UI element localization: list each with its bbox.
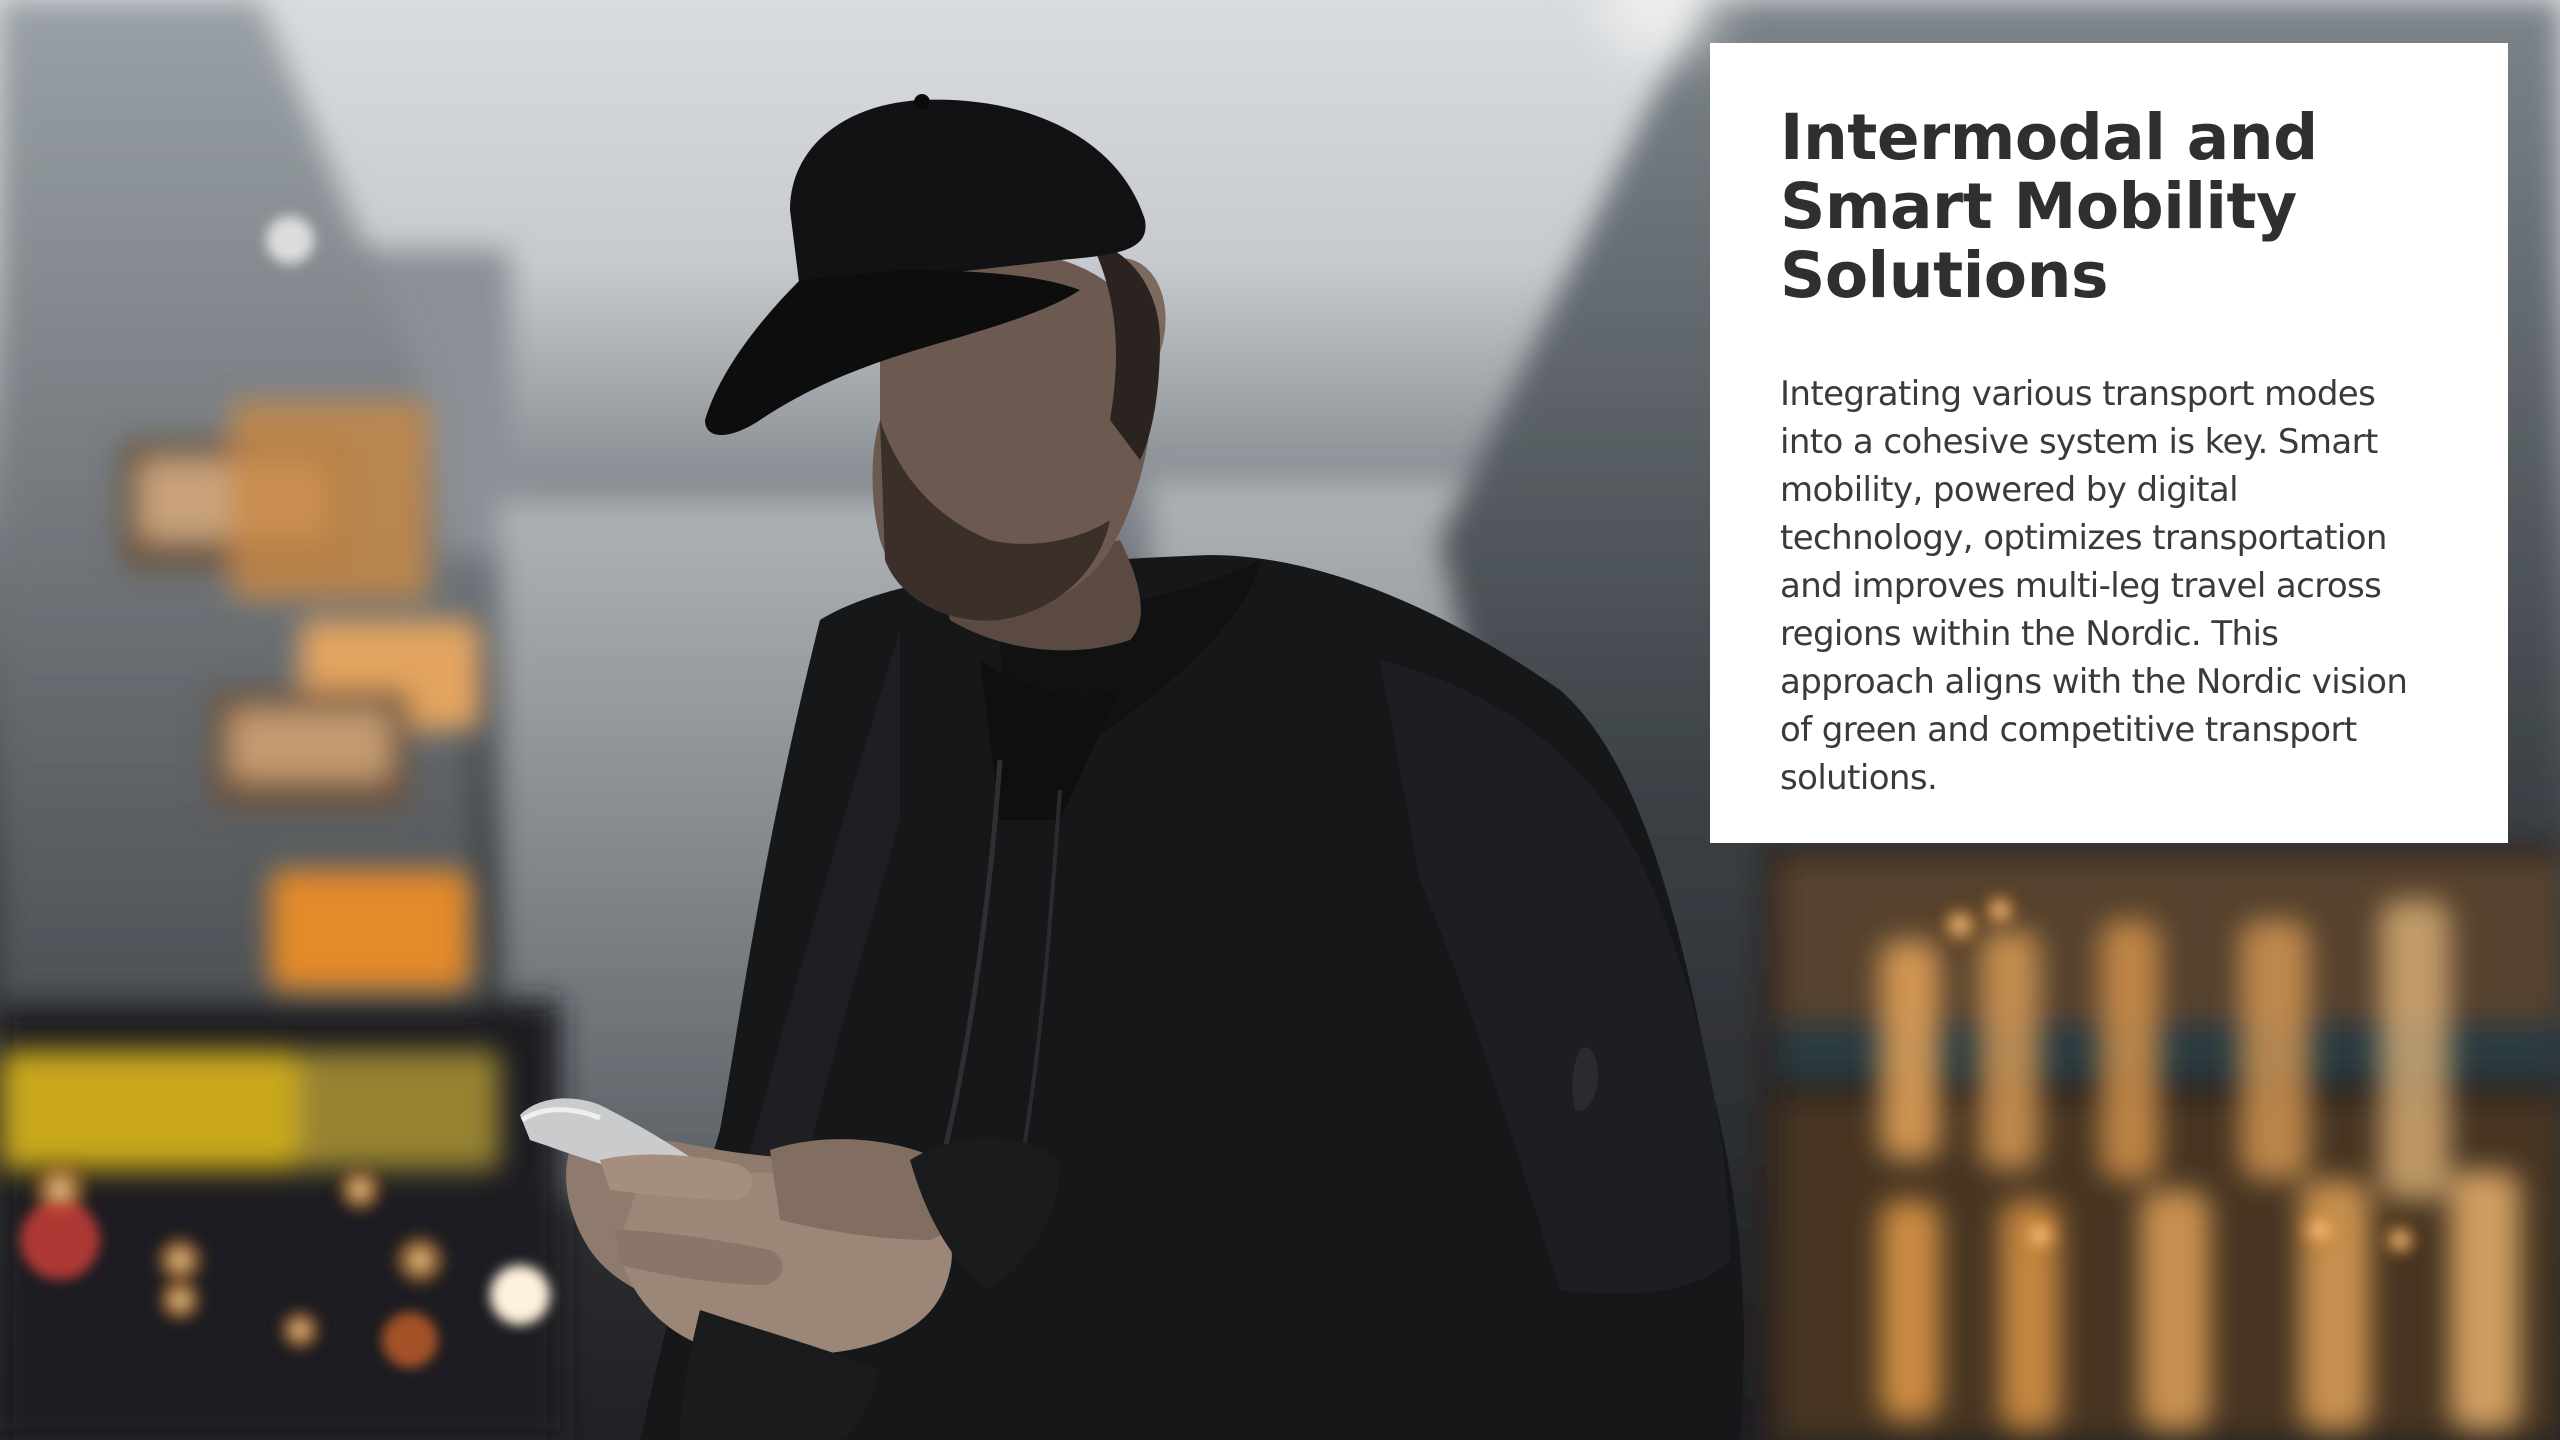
text-card: Intermodal and Smart Mobility Solutions … <box>1710 43 2508 843</box>
slide-body-text: Integrating various transport modes into… <box>1780 374 2408 798</box>
slide-title: Intermodal and Smart Mobility Solutions <box>1780 101 2318 312</box>
